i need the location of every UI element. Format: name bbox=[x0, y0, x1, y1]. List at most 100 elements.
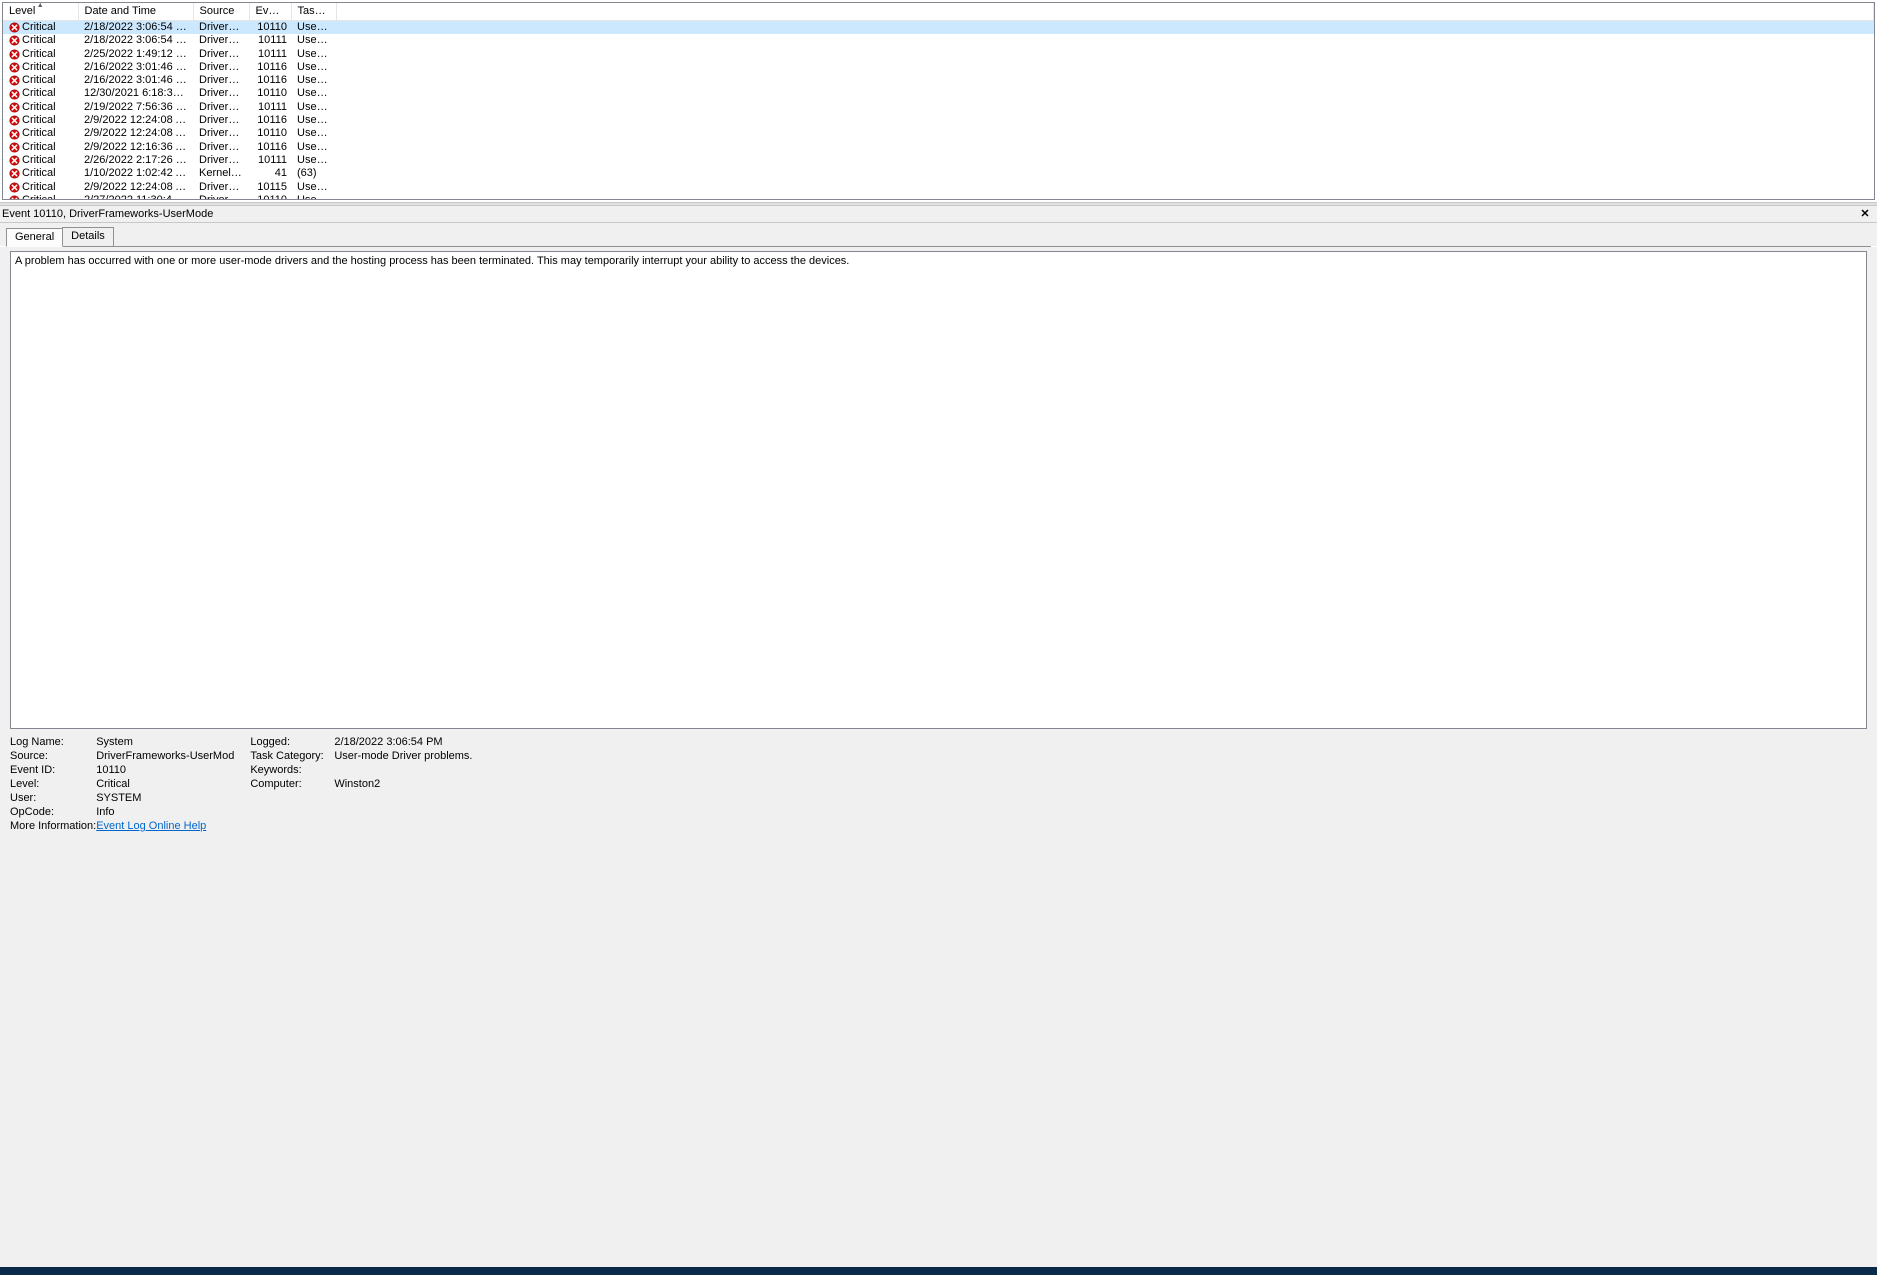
cell-source: DriverFra... bbox=[193, 127, 249, 140]
cell-eventid: 10111 bbox=[249, 34, 291, 47]
column-header-filler bbox=[336, 3, 1874, 21]
cell-level-text: Critical bbox=[22, 194, 56, 199]
table-row[interactable]: Critical2/26/2022 2:17:26 PMDriverFra...… bbox=[3, 154, 1874, 167]
cell-source: DriverFra... bbox=[193, 21, 249, 35]
cell-eventid: 10116 bbox=[249, 114, 291, 127]
cell-source: DriverFra... bbox=[193, 87, 249, 100]
table-row[interactable]: Critical2/16/2022 3:01:46 PMDriverFra...… bbox=[3, 74, 1874, 87]
cell-datetime: 2/18/2022 3:06:54 PM bbox=[78, 21, 193, 35]
value-keywords bbox=[334, 763, 488, 777]
cell-eventid: 10116 bbox=[249, 141, 291, 154]
cell-datetime: 2/16/2022 3:01:46 PM bbox=[78, 61, 193, 74]
table-row[interactable]: Critical 2/9/2022 12:24:08 AMDriverFra...… bbox=[3, 114, 1874, 127]
cell-datetime: 2/25/2022 1:49:12 PM bbox=[78, 48, 193, 61]
error-icon bbox=[9, 35, 20, 46]
cell-eventid: 10116 bbox=[249, 74, 291, 87]
column-header-level[interactable]: Level ▲ bbox=[3, 3, 78, 21]
cell-task: User-mo... bbox=[291, 48, 336, 61]
cell-level-text: Critical bbox=[22, 48, 56, 61]
cell-datetime: 2/9/2022 12:24:08 AM bbox=[78, 114, 193, 127]
cell-level: Critical bbox=[3, 154, 78, 167]
cell-task: User-mo... bbox=[291, 154, 336, 167]
cell-source: DriverFra... bbox=[193, 61, 249, 74]
cell-task: User-mo... bbox=[291, 21, 336, 35]
cell-datetime: 2/9/2022 12:16:36 AM bbox=[78, 141, 193, 154]
cell-task: User-mo... bbox=[291, 74, 336, 87]
cell-task: User-mo... bbox=[291, 181, 336, 194]
value-log-name: System bbox=[96, 735, 250, 749]
cell-eventid: 10110 bbox=[249, 87, 291, 100]
cell-source: DriverFra... bbox=[193, 101, 249, 114]
cell-eventid: 10110 bbox=[249, 194, 291, 199]
table-row[interactable]: Critical2/9/2022 12:24:08 AMDriverFra...… bbox=[3, 127, 1874, 140]
error-icon bbox=[9, 168, 20, 179]
label-keywords: Keywords: bbox=[250, 763, 334, 777]
cell-task: User-mo... bbox=[291, 141, 336, 154]
cell-level: Critical bbox=[3, 101, 78, 114]
label-more-info: More Information: bbox=[10, 819, 96, 833]
event-list-scroll[interactable]: Level ▲ Date and Time Source Event ID Ta… bbox=[3, 3, 1874, 199]
table-row[interactable]: Critical2/19/2022 7:56:36 PMDriverFra...… bbox=[3, 101, 1874, 114]
table-row[interactable]: Critical2/9/2022 12:24:08 AMDriverFra...… bbox=[3, 181, 1874, 194]
cell-eventid: 10116 bbox=[249, 61, 291, 74]
detail-pane-title: Event 10110, DriverFrameworks-UserMode bbox=[2, 208, 213, 220]
link-event-log-online-help[interactable]: Event Log Online Help bbox=[96, 820, 206, 832]
cell-source: DriverFra... bbox=[193, 114, 249, 127]
column-header-task[interactable]: Task Cate... bbox=[291, 3, 336, 21]
tab-details[interactable]: Details bbox=[62, 227, 114, 246]
table-row[interactable]: Critical12/30/2021 6:18:39 PMDriverFra..… bbox=[3, 87, 1874, 100]
table-row[interactable]: Critical2/25/2022 1:49:12 PMDriverFra...… bbox=[3, 48, 1874, 61]
close-detail-button[interactable]: ✕ bbox=[1857, 207, 1873, 221]
cell-level: Critical bbox=[3, 194, 78, 199]
cell-level-text: Critical bbox=[22, 114, 56, 127]
cell-task: User-mo... bbox=[291, 61, 336, 74]
taskbar[interactable] bbox=[0, 1267, 1877, 1275]
label-source: Source: bbox=[10, 749, 96, 763]
label-task-category: Task Category: bbox=[250, 749, 334, 763]
error-icon bbox=[9, 62, 20, 73]
label-level: Level: bbox=[10, 777, 96, 791]
column-header-source[interactable]: Source bbox=[193, 3, 249, 21]
cell-task: User-mo... bbox=[291, 194, 336, 199]
error-icon bbox=[9, 195, 20, 199]
value-level: Critical bbox=[96, 777, 250, 791]
column-header-datetime[interactable]: Date and Time bbox=[78, 3, 193, 21]
cell-datetime: 2/16/2022 3:01:46 PM bbox=[78, 74, 193, 87]
cell-level: Critical bbox=[3, 141, 78, 154]
table-row[interactable]: Critical 2/9/2022 12:16:36 AMDriverFra...… bbox=[3, 141, 1874, 154]
cell-level: Critical bbox=[3, 87, 78, 100]
event-description-box[interactable]: A problem has occurred with one or more … bbox=[10, 251, 1867, 729]
error-icon bbox=[9, 49, 20, 60]
cell-datetime: 2/9/2022 12:24:08 AM bbox=[78, 181, 193, 194]
cell-source: DriverFra... bbox=[193, 141, 249, 154]
label-log-name: Log Name: bbox=[10, 735, 96, 749]
table-row[interactable]: Critical2/18/2022 3:06:54 PMDriverFra...… bbox=[3, 34, 1874, 47]
cell-level-text: Critical bbox=[22, 167, 56, 180]
table-row[interactable]: Critical1/10/2022 1:02:42 AMKernel-P...4… bbox=[3, 167, 1874, 180]
cell-level: Critical bbox=[3, 167, 78, 180]
tab-general[interactable]: General bbox=[6, 228, 63, 247]
cell-level-text: Critical bbox=[22, 127, 56, 140]
cell-source: DriverFra... bbox=[193, 194, 249, 199]
cell-task: User-mo... bbox=[291, 34, 336, 47]
cell-datetime: 2/18/2022 3:06:54 PM bbox=[78, 34, 193, 47]
table-row[interactable]: Critical2/18/2022 3:06:54 PMDriverFra...… bbox=[3, 21, 1874, 35]
value-computer: Winston2 bbox=[334, 777, 488, 791]
table-row[interactable]: Critical2/16/2022 3:01:46 PMDriverFra...… bbox=[3, 61, 1874, 74]
event-table: Level ▲ Date and Time Source Event ID Ta… bbox=[3, 3, 1874, 199]
cell-level-text: Critical bbox=[22, 141, 56, 154]
event-properties: Log Name: System Logged: 2/18/2022 3:06:… bbox=[0, 733, 1877, 843]
cell-source: DriverFra... bbox=[193, 34, 249, 47]
error-icon bbox=[9, 115, 20, 126]
value-opcode: Info bbox=[96, 805, 250, 819]
cell-level-text: Critical bbox=[22, 87, 56, 100]
cell-level: Critical bbox=[3, 74, 78, 87]
table-row[interactable]: Critical2/27/2022 11:30:44 PMDriverFra..… bbox=[3, 194, 1874, 199]
cell-eventid: 10110 bbox=[249, 127, 291, 140]
cell-level: Critical bbox=[3, 21, 78, 35]
error-icon bbox=[9, 155, 20, 166]
column-header-eventid[interactable]: Event ID bbox=[249, 3, 291, 21]
cell-eventid: 10115 bbox=[249, 181, 291, 194]
cell-level: Critical bbox=[3, 114, 78, 127]
cell-eventid: 10111 bbox=[249, 101, 291, 114]
